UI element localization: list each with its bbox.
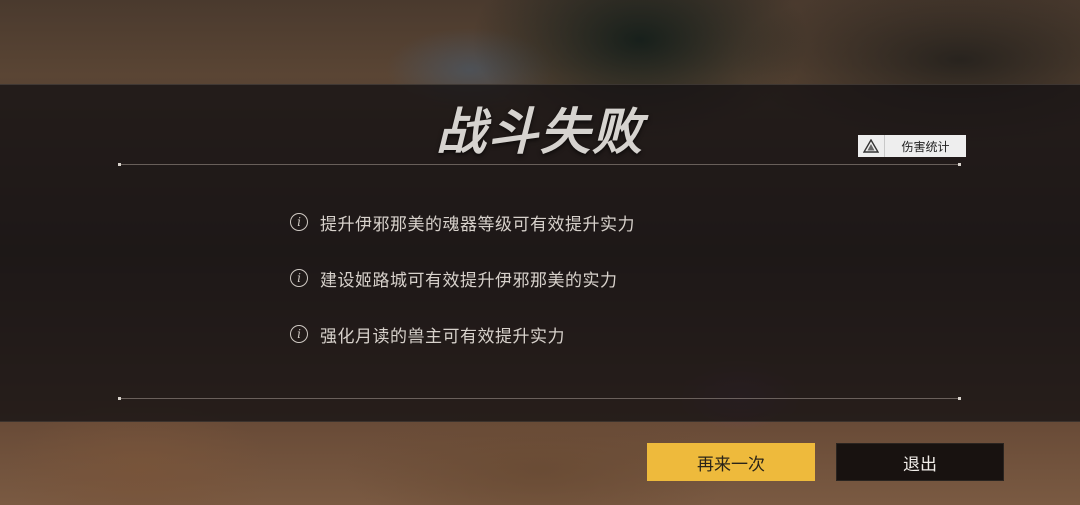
retry-button[interactable]: 再来一次 [647, 443, 815, 481]
top-divider [118, 163, 961, 166]
info-icon: i [290, 325, 308, 343]
game-scene-background: 战斗失败 伤害统计 i 提升伊邪那美的魂器等级可有效提升实力 i 建设姬路城可有… [0, 0, 1080, 505]
tip-item: i 建设姬路城可有效提升伊邪那美的实力 [290, 266, 635, 291]
warning-triangle-icon [858, 135, 885, 157]
exit-button[interactable]: 退出 [836, 443, 1004, 481]
info-icon: i [290, 213, 308, 231]
info-icon: i [290, 269, 308, 287]
tip-item: i 提升伊邪那美的魂器等级可有效提升实力 [290, 210, 635, 235]
damage-stats-button[interactable]: 伤害统计 [858, 135, 966, 157]
tip-text: 强化月读的兽主可有效提升实力 [320, 326, 565, 347]
damage-stats-label: 伤害统计 [901, 139, 950, 154]
tip-text: 建设姬路城可有效提升伊邪那美的实力 [320, 270, 618, 291]
bottom-divider [118, 397, 961, 400]
tip-text: 提升伊邪那美的魂器等级可有效提升实力 [320, 214, 635, 235]
tips-list: i 提升伊邪那美的魂器等级可有效提升实力 i 建设姬路城可有效提升伊邪那美的实力… [290, 210, 635, 378]
tip-item: i 强化月读的兽主可有效提升实力 [290, 322, 635, 347]
